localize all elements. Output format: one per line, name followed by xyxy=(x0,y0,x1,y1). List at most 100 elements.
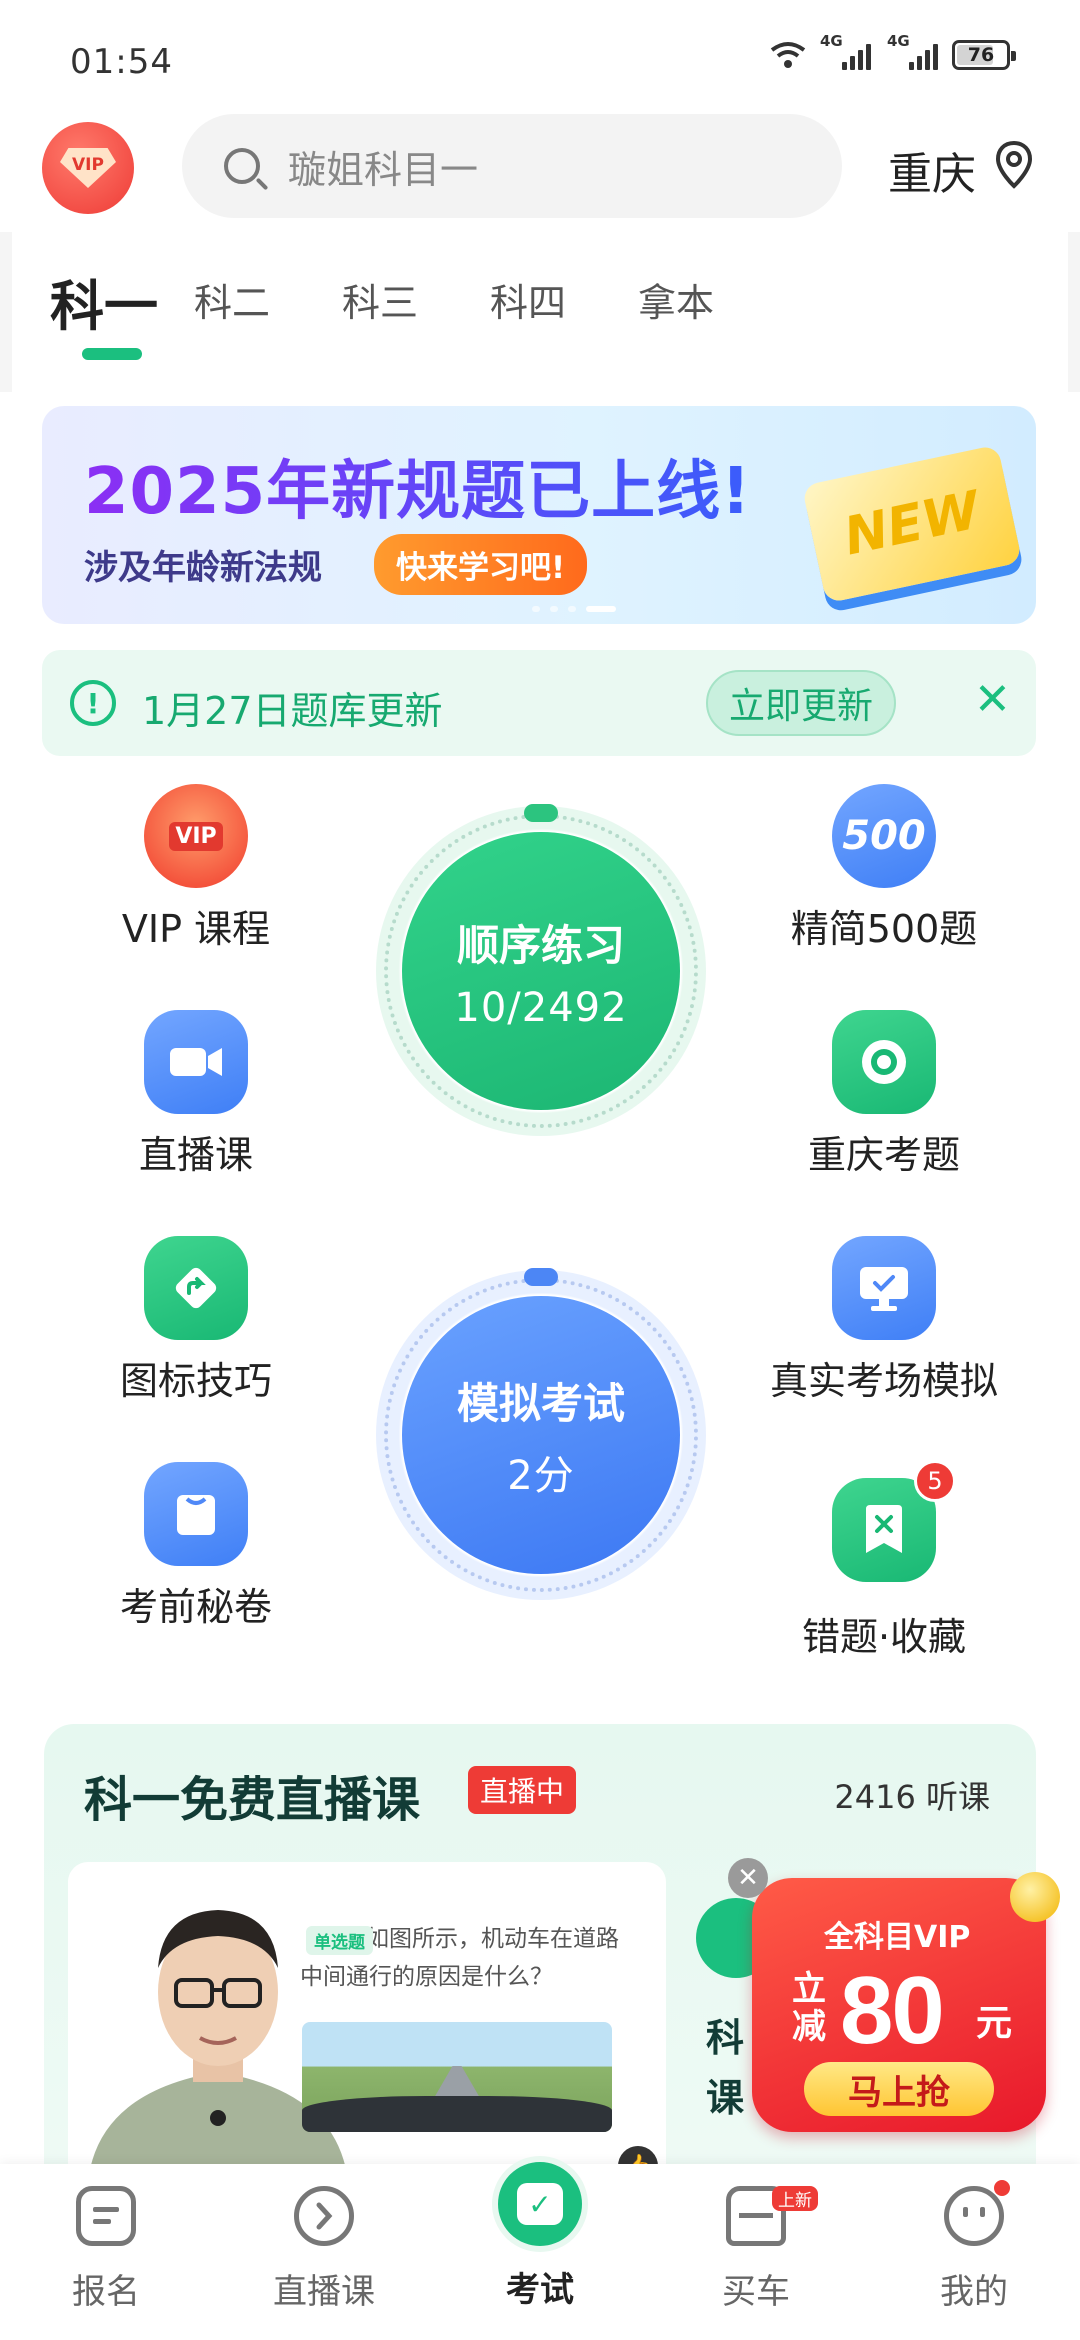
tab-active-indicator xyxy=(82,348,142,360)
mock-exam-button[interactable]: 模拟考试 2分 xyxy=(376,1268,706,1600)
update-notice: ! 1月27日题库更新 立即更新 ✕ xyxy=(42,650,1036,756)
mistakes-label: 错题·收藏 xyxy=(801,1615,967,1659)
exam-secret-label: 考前秘卷 xyxy=(119,1585,272,1629)
target-icon xyxy=(832,1010,936,1114)
subject-tabs: 科一 科二 科三 科四 拿本 xyxy=(0,232,1080,392)
network-type-label: 4G xyxy=(820,32,843,50)
question-type-tag: 单选题 xyxy=(306,1926,373,1955)
promo-unit: 元 xyxy=(976,2003,1013,2044)
notice-text: 1月27日题库更新 xyxy=(142,689,443,733)
mistakes-count-badge: 5 xyxy=(914,1460,956,1502)
video-camera-icon xyxy=(144,1010,248,1114)
status-bar: 01:54 4G 4G 76 xyxy=(0,0,1080,110)
lite-500-icon-text: 500 xyxy=(842,813,926,859)
nav-live-label: 直播课 xyxy=(273,2272,375,2312)
bag-icon xyxy=(144,1462,248,1566)
nav-exam-label: 考试 xyxy=(506,2270,574,2310)
live-section-title: 科一免费直播课 xyxy=(84,1772,421,1828)
live-course-label: 直播课 xyxy=(138,1133,253,1177)
live-course-entry[interactable]: 直播课 xyxy=(66,1010,326,1179)
vip-badge-button[interactable]: VIP xyxy=(42,122,134,214)
nav-buy-car-label: 买车 xyxy=(722,2272,790,2312)
coin-icon xyxy=(1010,1872,1060,1922)
real-exam-sim-label: 真实考场模拟 xyxy=(769,1359,998,1403)
calendar-check-icon: ✓ xyxy=(517,2183,563,2225)
mock-exam-score: 2分 xyxy=(507,1452,575,1499)
status-time: 01:54 xyxy=(70,42,173,82)
signal-icon: 4G xyxy=(887,32,938,70)
wifi-icon xyxy=(770,42,806,68)
nav-mine-label: 我的 xyxy=(940,2272,1008,2312)
nav-signup[interactable]: 报名 xyxy=(26,2186,186,2313)
mock-exam-title: 模拟考试 xyxy=(456,1378,625,1428)
local-questions-entry[interactable]: 重庆考题 xyxy=(754,1010,1014,1179)
exam-secret-entry[interactable]: 考前秘卷 xyxy=(66,1462,326,1631)
icon-tips-entry[interactable]: 图标技巧 xyxy=(66,1236,326,1405)
banner-pagination xyxy=(532,606,616,612)
vip-course-label: VIP 课程 xyxy=(121,907,271,951)
question-illustration xyxy=(302,2022,612,2132)
search-icon xyxy=(224,148,260,184)
location-pin-icon[interactable] xyxy=(994,140,1034,190)
tab-subject-3[interactable]: 科三 xyxy=(342,272,418,327)
sequential-practice-button[interactable]: 顺序练习 10/2492 xyxy=(376,804,706,1136)
battery-icon: 76 xyxy=(952,40,1016,70)
banner-subtitle: 涉及年龄新法规 xyxy=(84,548,322,588)
sequential-practice-progress: 10/2492 xyxy=(454,984,628,1031)
progress-knob xyxy=(524,1268,558,1286)
bookmark-x-icon: 5 xyxy=(832,1460,956,1582)
search-input[interactable]: 璇姐科目一 xyxy=(182,114,842,218)
tab-get-license[interactable]: 拿本 xyxy=(638,272,714,327)
arrow-diamond-icon xyxy=(144,1236,248,1340)
new-badge-text: NEW xyxy=(839,480,985,568)
new-tag-badge: 上新 xyxy=(772,2186,818,2211)
icon-tips-label: 图标技巧 xyxy=(119,1359,272,1403)
status-icons: 4G 4G 76 xyxy=(768,32,1016,70)
network-type-label: 4G xyxy=(887,32,910,50)
nav-signup-label: 报名 xyxy=(72,2272,140,2312)
promo-banner[interactable]: 2025年新规题已上线! 涉及年龄新法规 快来学习吧! NEW xyxy=(42,406,1036,624)
banner-cta-button[interactable]: 快来学习吧! xyxy=(374,534,588,595)
banner-title: 2025年新规题已上线! xyxy=(84,440,751,532)
promo-prefix: 立减 xyxy=(792,1969,826,2047)
bottom-nav: 报名 直播课 ✓ 考试 上新 买车 我的 xyxy=(0,2156,1080,2340)
new-badge-illustration: NEW xyxy=(801,444,1023,604)
tab-subject-1[interactable]: 科一 xyxy=(50,262,158,341)
mistakes-entry[interactable]: 5 错题·收藏 xyxy=(754,1460,1014,1661)
real-exam-sim-entry[interactable]: 真实考场模拟 xyxy=(754,1236,1014,1405)
smiley-icon xyxy=(944,2186,1004,2246)
lite-500-entry[interactable]: 500 精简500题 xyxy=(754,784,1014,953)
notification-dot xyxy=(994,2180,1010,2196)
vip-gem-icon: VIP xyxy=(60,148,116,188)
signal-icon: 4G xyxy=(820,32,871,70)
tab-subject-2[interactable]: 科二 xyxy=(194,272,270,327)
lite-500-label: 精简500题 xyxy=(790,907,978,951)
monitor-check-icon xyxy=(832,1236,936,1340)
vip-course-entry[interactable]: VIP VIP 课程 xyxy=(66,784,326,953)
tab-subject-4[interactable]: 科四 xyxy=(490,272,566,327)
nav-exam-icon[interactable]: ✓ xyxy=(492,2156,588,2252)
close-icon[interactable]: ✕ xyxy=(974,674,1011,725)
update-now-button[interactable]: 立即更新 xyxy=(706,670,896,736)
vip-crown-icon: VIP xyxy=(144,784,248,888)
listener-count: 2416 听课 xyxy=(834,1778,990,1816)
promo-grab-button[interactable]: 马上抢 xyxy=(804,2062,994,2116)
lite-500-icon: 500 xyxy=(832,784,936,888)
progress-knob xyxy=(524,804,558,822)
nav-buy-car[interactable]: 上新 买车 xyxy=(676,2186,836,2313)
alert-icon: ! xyxy=(70,680,116,726)
vip-discount-popup[interactable]: ✕ 全科目VIP 立减 80 元 马上抢 xyxy=(728,1858,1060,2132)
battery-level: 76 xyxy=(967,44,995,66)
vip-icon-label: VIP xyxy=(169,821,223,851)
header: VIP 璇姐科目一 重庆 xyxy=(0,112,1080,222)
close-icon[interactable]: ✕ xyxy=(728,1858,768,1898)
sequential-practice-title: 顺序练习 xyxy=(456,920,625,970)
nav-exam[interactable]: 考试 xyxy=(460,2262,620,2311)
document-icon xyxy=(76,2186,136,2246)
city-selector[interactable]: 重庆 xyxy=(888,138,976,202)
live-status-badge: 直播中 xyxy=(468,1766,577,1814)
nav-mine[interactable]: 我的 xyxy=(894,2180,1054,2313)
play-circle-icon xyxy=(294,2186,354,2246)
promo-title: 全科目VIP xyxy=(824,1920,971,1955)
nav-live[interactable]: 直播课 xyxy=(244,2186,404,2313)
